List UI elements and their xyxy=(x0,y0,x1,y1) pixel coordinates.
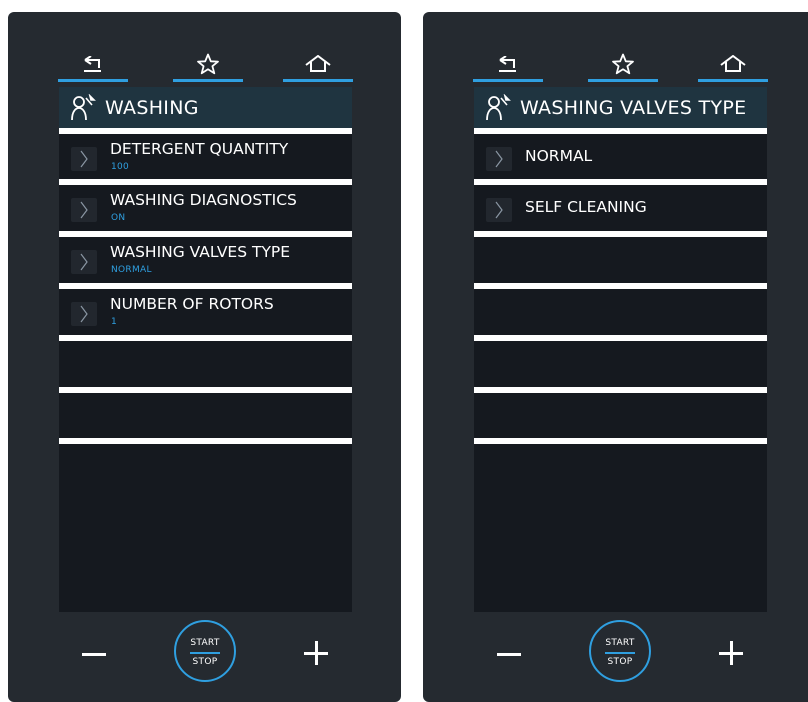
menu-item-value: 1 xyxy=(111,317,118,327)
row-divider xyxy=(59,438,352,444)
row-divider xyxy=(59,335,352,341)
home-button[interactable] xyxy=(283,46,353,82)
row-divider xyxy=(59,128,352,134)
title-bar: WASHING VALVES TYPE xyxy=(474,87,767,128)
back-button[interactable] xyxy=(58,46,128,82)
row-divider xyxy=(474,179,767,185)
back-underline xyxy=(473,79,543,82)
menu-item-value: ON xyxy=(111,213,126,223)
back-arrow-icon xyxy=(499,56,516,72)
plus-icon-vertical xyxy=(314,641,318,665)
start-stop-button[interactable]: START STOP xyxy=(589,620,651,682)
row-divider xyxy=(474,128,767,134)
options-screen: WASHING VALVES TYPE NORMAL SELF CLEANING xyxy=(474,87,767,612)
bottom-controls: START STOP xyxy=(8,612,401,702)
plus-button[interactable] xyxy=(719,641,743,665)
chevron-right-icon xyxy=(486,147,512,171)
row-divider xyxy=(474,387,767,393)
option-normal[interactable]: NORMAL xyxy=(474,135,767,179)
menu-item-value: NORMAL xyxy=(111,265,152,275)
device-panel-right: WASHING VALVES TYPE NORMAL SELF CLEANING… xyxy=(423,12,808,702)
minus-button[interactable] xyxy=(82,653,106,656)
bottom-controls: START STOP xyxy=(423,612,808,702)
device-panel-left: WASHING DETERGENT QUANTITY 100 WASHING D… xyxy=(8,12,401,702)
menu-item-value: 100 xyxy=(111,162,130,172)
chevron-right-icon xyxy=(71,198,97,222)
chevron-right-icon xyxy=(71,250,97,274)
menu-item-label: WASHING VALVES TYPE xyxy=(110,243,291,261)
row-divider xyxy=(474,335,767,341)
page-title: WASHING VALVES TYPE xyxy=(520,96,747,119)
minus-button[interactable] xyxy=(497,653,521,656)
star-icon xyxy=(612,53,634,75)
start-label: START xyxy=(605,638,635,648)
favorites-underline xyxy=(588,79,658,82)
row-divider xyxy=(59,179,352,185)
favorites-button[interactable] xyxy=(588,46,658,82)
menu-item-label: DETERGENT QUANTITY xyxy=(110,140,289,158)
menu-item-label: NUMBER OF ROTORS xyxy=(110,295,274,313)
star-icon xyxy=(197,53,219,75)
stop-label: STOP xyxy=(192,657,218,667)
favorites-underline xyxy=(173,79,243,82)
back-arrow-icon xyxy=(84,56,101,72)
home-icon xyxy=(720,55,746,72)
row-divider xyxy=(59,231,352,237)
chevron-right-icon xyxy=(71,147,97,171)
back-underline xyxy=(58,79,128,82)
start-stop-divider xyxy=(190,652,220,654)
favorites-button[interactable] xyxy=(173,46,243,82)
back-button[interactable] xyxy=(473,46,543,82)
menu-item-washing-diagnostics[interactable]: WASHING DIAGNOSTICS ON xyxy=(59,186,352,230)
page-title: WASHING xyxy=(105,96,199,119)
home-underline xyxy=(698,79,768,82)
service-wrench-icon xyxy=(63,87,103,128)
start-stop-button[interactable]: START STOP xyxy=(174,620,236,682)
option-self-cleaning[interactable]: SELF CLEANING xyxy=(474,186,767,230)
menu-item-label: WASHING DIAGNOSTICS xyxy=(110,191,297,209)
option-label: NORMAL xyxy=(525,147,593,165)
chevron-right-icon xyxy=(486,198,512,222)
row-divider xyxy=(474,438,767,444)
menu-item-number-of-rotors[interactable]: NUMBER OF ROTORS 1 xyxy=(59,290,352,334)
home-button[interactable] xyxy=(698,46,768,82)
chevron-right-icon xyxy=(71,302,97,326)
plus-button[interactable] xyxy=(304,641,328,665)
home-icon xyxy=(305,55,331,72)
menu-item-washing-valves-type[interactable]: WASHING VALVES TYPE NORMAL xyxy=(59,238,352,282)
plus-icon-vertical xyxy=(729,641,733,665)
start-label: START xyxy=(190,638,220,648)
option-label: SELF CLEANING xyxy=(525,198,647,216)
stop-label: STOP xyxy=(607,657,633,667)
start-stop-divider xyxy=(605,652,635,654)
menu-screen: WASHING DETERGENT QUANTITY 100 WASHING D… xyxy=(59,87,352,612)
row-divider xyxy=(474,283,767,289)
row-divider xyxy=(59,283,352,289)
title-bar: WASHING xyxy=(59,87,352,128)
service-wrench-icon xyxy=(478,87,518,128)
home-underline xyxy=(283,79,353,82)
row-divider xyxy=(59,387,352,393)
row-divider xyxy=(474,231,767,237)
menu-item-detergent-quantity[interactable]: DETERGENT QUANTITY 100 xyxy=(59,135,352,179)
